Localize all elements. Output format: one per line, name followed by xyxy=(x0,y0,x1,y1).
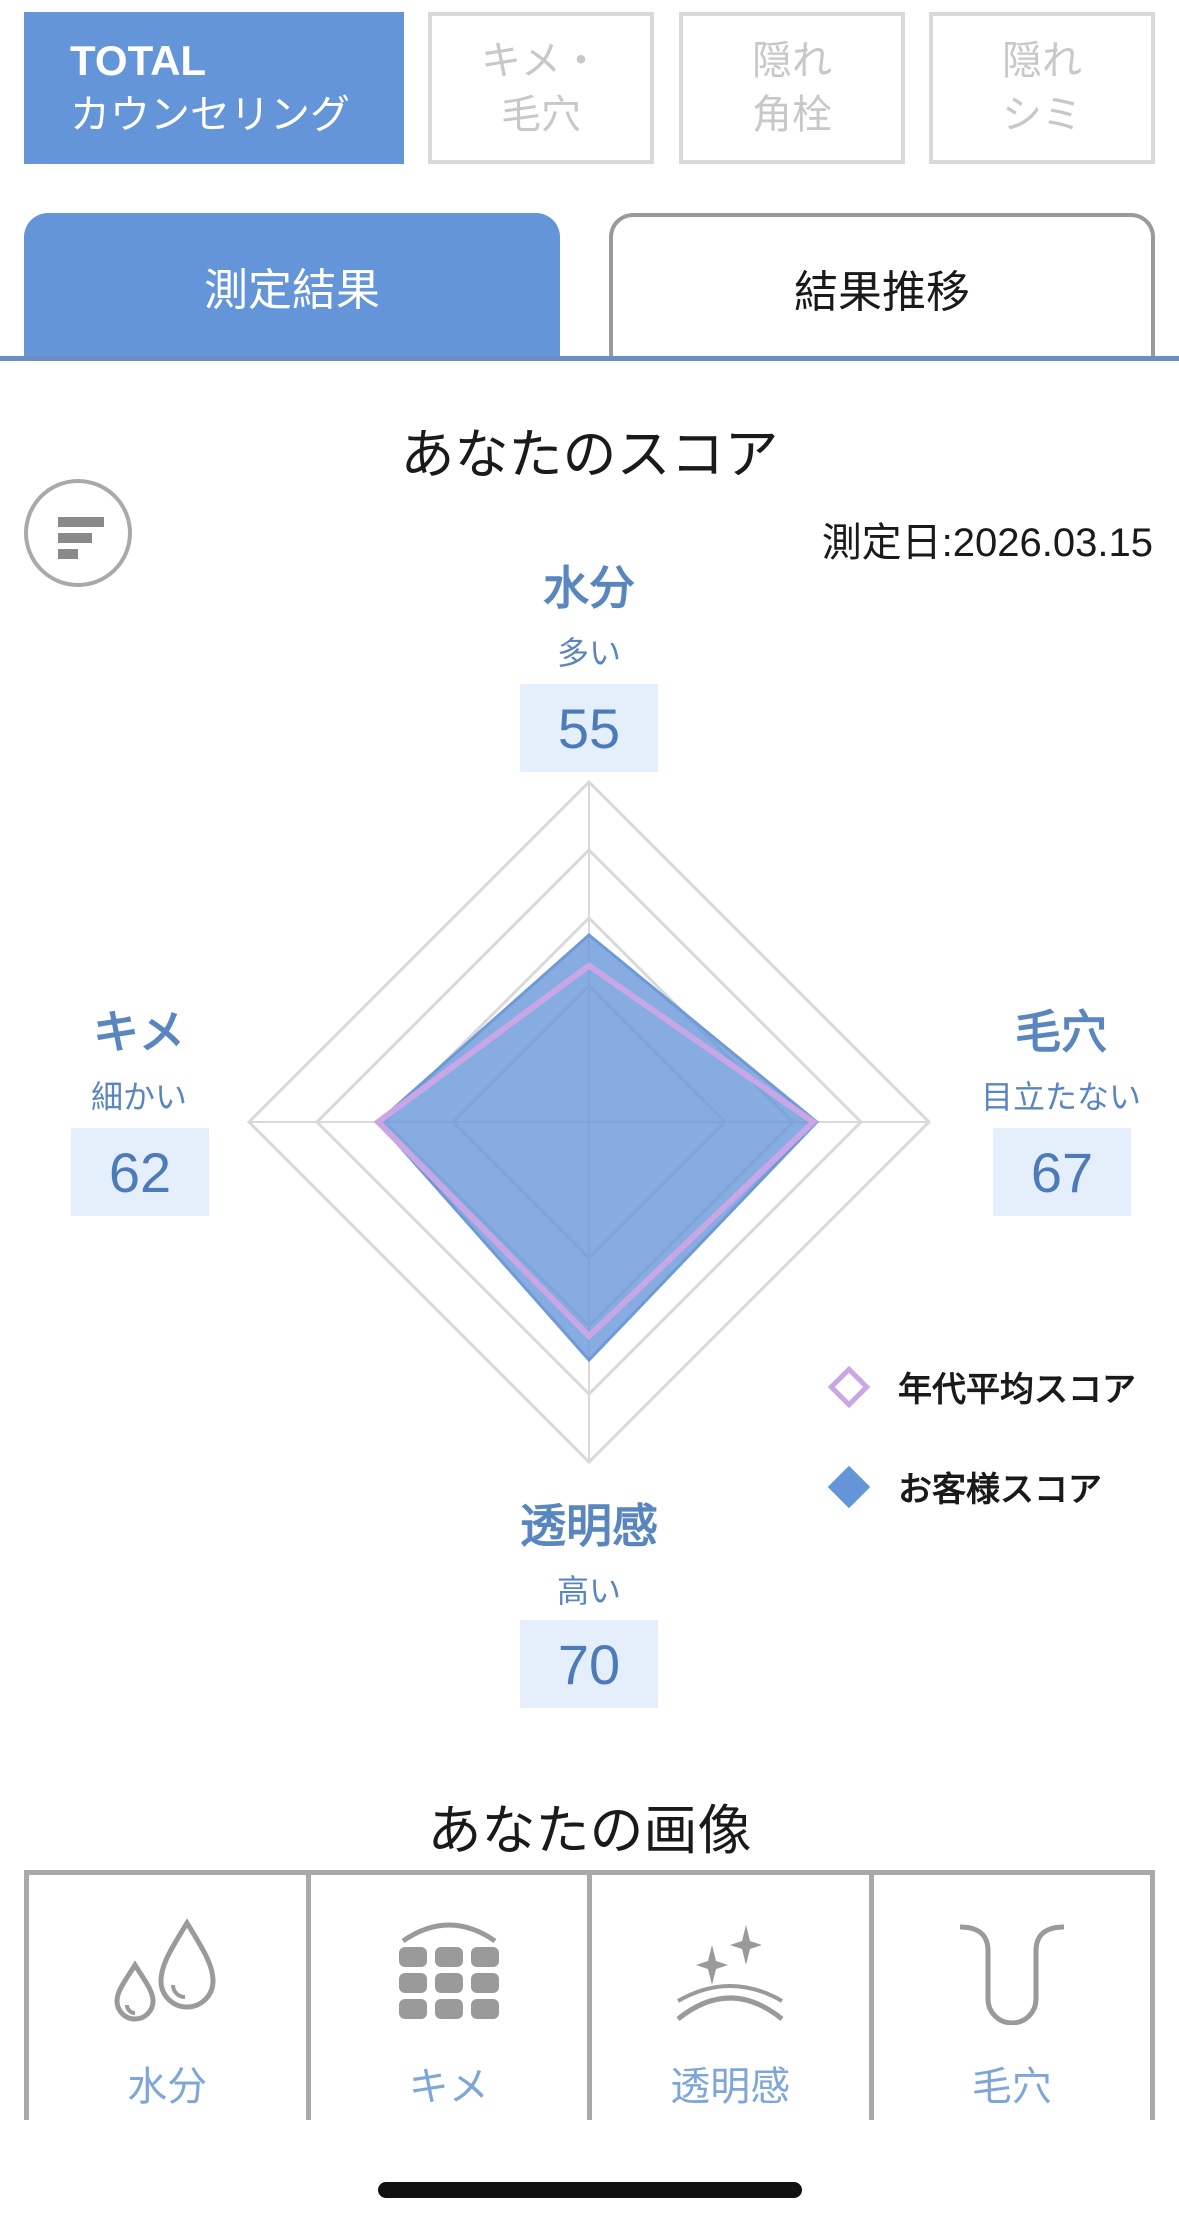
axis-left-sub: 細かい xyxy=(90,1078,187,1116)
image-tile-clarity[interactable]: 透明感 xyxy=(592,1875,874,2120)
image-tile-texture-label: キメ xyxy=(408,2064,489,2110)
axis-bottom-name: 透明感 xyxy=(520,1499,658,1553)
customer-diamond-icon xyxy=(827,1465,871,1508)
image-tile-moisture-label: 水分 xyxy=(127,2064,208,2110)
legend-average-label: 年代平均スコア xyxy=(898,1370,1136,1410)
axis-right-name: 毛穴 xyxy=(1015,1005,1107,1059)
home-indicator[interactable] xyxy=(378,2182,802,2198)
pore-icon xyxy=(959,1924,1064,2025)
axis-top-name: 水分 xyxy=(543,561,635,615)
water-drops-icon xyxy=(114,1918,216,2022)
image-tile-pores[interactable]: 毛穴 xyxy=(874,1875,1151,2120)
image-tile-pores-label: 毛穴 xyxy=(971,2064,1052,2110)
axis-left-name: キメ xyxy=(93,1005,185,1059)
image-tile-clarity-label: 透明感 xyxy=(670,2064,791,2110)
average-diamond-icon xyxy=(827,1365,871,1408)
axis-top-sub: 多い xyxy=(556,634,621,672)
legend-customer-label: お客様スコア xyxy=(898,1470,1102,1510)
image-tile-moisture[interactable]: 水分 xyxy=(29,1875,311,2120)
texture-grid-icon xyxy=(398,1922,499,2019)
legend-customer: お客様スコア xyxy=(826,1462,1102,1511)
image-tile-texture[interactable]: キメ xyxy=(311,1875,592,2120)
image-tiles: 水分 キメ 透明感 毛穴 xyxy=(24,1870,1155,2120)
images-section-title: あなたの画像 xyxy=(427,1799,752,1862)
legend-average: 年代平均スコア xyxy=(826,1362,1136,1411)
axis-left-score: 62 xyxy=(71,1128,209,1216)
customer-score-polygon xyxy=(376,933,820,1363)
axis-bottom-sub: 高い xyxy=(556,1572,621,1610)
axis-top-score: 55 xyxy=(520,684,658,772)
sparkle-icon xyxy=(676,1925,784,2021)
axis-right-sub: 目立たない xyxy=(980,1078,1141,1116)
axis-right-score: 67 xyxy=(993,1128,1131,1216)
axis-bottom-score: 70 xyxy=(520,1620,658,1708)
